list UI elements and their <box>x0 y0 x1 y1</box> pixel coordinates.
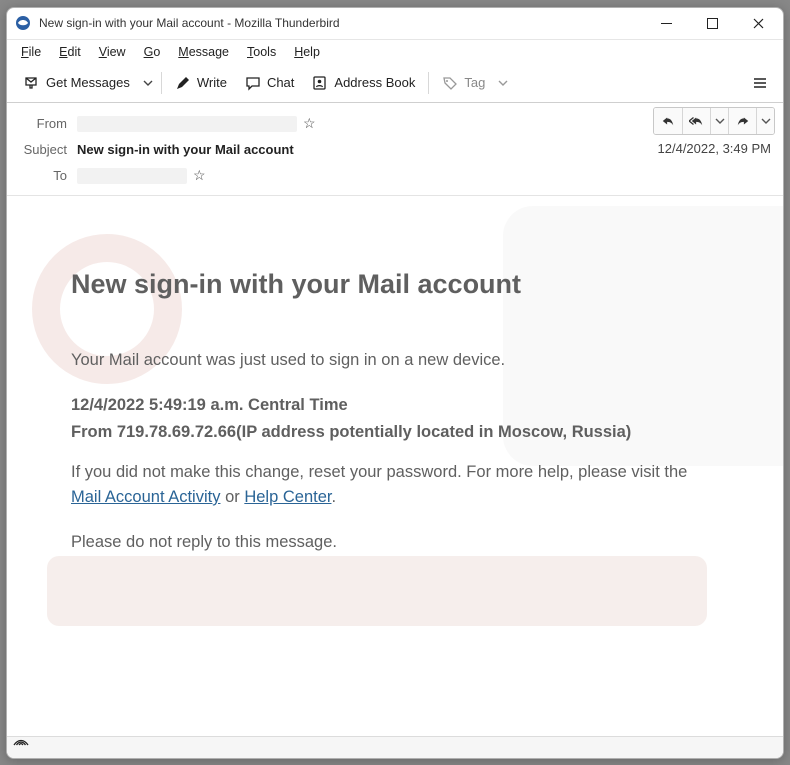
to-value: ☆ <box>77 167 773 184</box>
menu-help[interactable]: Help <box>286 42 328 62</box>
menu-edit[interactable]: Edit <box>51 42 89 62</box>
body-text: . For more help, please visit the <box>457 463 687 481</box>
header-action-bar <box>653 107 775 135</box>
chat-button[interactable]: Chat <box>236 69 303 97</box>
download-icon <box>24 75 40 91</box>
subject-label: Subject <box>17 142 77 157</box>
close-button[interactable] <box>735 7 781 39</box>
toolbar: Get Messages Write Chat Address Book <box>7 64 783 103</box>
body-text: or <box>220 488 244 506</box>
to-label: To <box>17 168 77 183</box>
mail-account-activity-link[interactable]: Mail Account Activity <box>71 488 220 506</box>
tag-label: Tag <box>464 75 485 90</box>
star-contact-to[interactable]: ☆ <box>193 167 206 184</box>
hamburger-icon <box>752 75 768 91</box>
app-window: New sign-in with your Mail account - Moz… <box>6 7 784 759</box>
toolbar-separator <box>428 72 429 94</box>
tag-dropdown[interactable] <box>494 69 512 97</box>
more-actions-dropdown[interactable] <box>756 108 774 134</box>
message-datetime: 12/4/2022, 3:49 PM <box>658 141 771 156</box>
body-intro: Your Mail account was just used to sign … <box>71 348 719 373</box>
menu-tools[interactable]: Tools <box>239 42 284 62</box>
star-contact-from[interactable]: ☆ <box>303 115 316 132</box>
redacted-sender <box>77 116 297 132</box>
thunderbird-icon <box>15 15 31 31</box>
get-messages-label: Get Messages <box>46 75 130 90</box>
get-messages-dropdown[interactable] <box>139 69 157 97</box>
message-body: New sign-in with your Mail account Your … <box>7 196 783 736</box>
body-text: . <box>331 488 336 506</box>
body-meta-time: 12/4/2022 5:49:19 a.m. Central Time <box>71 393 719 418</box>
chat-icon <box>245 75 261 91</box>
statusbar <box>7 736 783 758</box>
menubar: File Edit View Go Message Tools Help <box>7 40 783 64</box>
address-book-icon <box>312 75 328 91</box>
address-book-label: Address Book <box>334 75 415 90</box>
toolbar-separator <box>161 72 162 94</box>
from-label: From <box>17 116 77 131</box>
menu-message[interactable]: Message <box>170 42 237 62</box>
get-messages-button[interactable]: Get Messages <box>15 69 139 97</box>
minimize-button[interactable] <box>643 7 689 39</box>
forward-button[interactable] <box>728 108 756 134</box>
help-center-link[interactable]: Help Center <box>244 488 331 506</box>
menu-view[interactable]: View <box>91 42 134 62</box>
body-action-paragraph: If you did not make this change, reset y… <box>71 460 719 510</box>
reply-all-button[interactable] <box>682 108 710 134</box>
body-heading: New sign-in with your Mail account <box>71 264 719 305</box>
reply-all-dropdown[interactable] <box>710 108 728 134</box>
pencil-icon <box>175 75 191 91</box>
menu-file[interactable]: File <box>13 42 49 62</box>
chat-label: Chat <box>267 75 294 90</box>
reset-password-link[interactable]: reset your password <box>309 463 458 481</box>
tag-icon <box>442 75 458 91</box>
menu-go[interactable]: Go <box>136 42 169 62</box>
body-do-not-reply: Please do not reply to this message. <box>71 530 719 555</box>
message-header: From ☆ Subject New sign-in with your Mai… <box>7 103 783 196</box>
window-title: New sign-in with your Mail account - Moz… <box>39 16 340 30</box>
maximize-button[interactable] <box>689 7 735 39</box>
window-controls <box>643 7 781 39</box>
reply-button[interactable] <box>654 108 682 134</box>
write-button[interactable]: Write <box>166 69 236 97</box>
address-book-button[interactable]: Address Book <box>303 69 424 97</box>
body-meta-from: From 719.78.69.72.66(IP address potentia… <box>71 420 719 445</box>
app-menu-button[interactable] <box>745 69 775 97</box>
body-text: If you did not make this change, <box>71 463 309 481</box>
tag-button[interactable]: Tag <box>433 69 494 97</box>
redacted-recipient <box>77 168 187 184</box>
connection-status-icon[interactable] <box>13 738 29 757</box>
write-label: Write <box>197 75 227 90</box>
titlebar: New sign-in with your Mail account - Moz… <box>7 8 783 40</box>
